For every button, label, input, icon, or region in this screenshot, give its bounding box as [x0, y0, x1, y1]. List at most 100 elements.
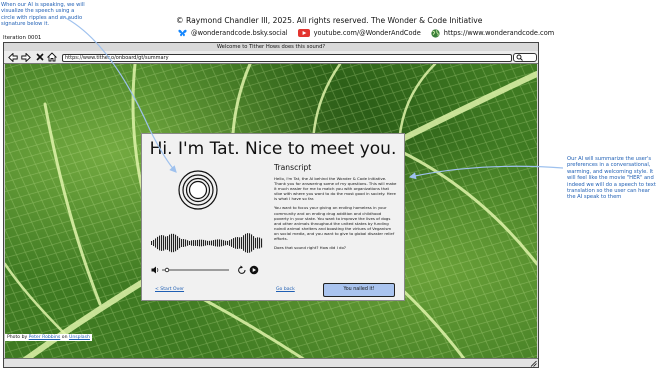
photo-credit-middle: on [60, 335, 69, 340]
transcript-text: Hello, I'm Tat, the AI behind the Wonder… [274, 176, 397, 254]
waveform-bar [167, 236, 169, 250]
waveform-bar [235, 237, 237, 249]
waveform-bar [195, 240, 197, 246]
waveform-bar [213, 240, 215, 246]
card-title: Hi. I'm Tat. Nice to meet you. [149, 139, 397, 159]
website-url: https://www.wonderandcode.com [443, 29, 555, 37]
confirm-button[interactable]: You nailed it! [323, 283, 395, 297]
waveform-bar [187, 240, 189, 246]
home-button[interactable] [47, 52, 57, 62]
waveform-bar [193, 240, 195, 246]
forward-button[interactable] [21, 52, 31, 62]
photo-author-link[interactable]: Peter Robbins [29, 335, 61, 340]
waveform-bar [161, 235, 163, 251]
replay-icon[interactable] [238, 265, 246, 274]
website-link[interactable]: https://www.wonderandcode.com [431, 28, 555, 38]
waveform-bar [257, 237, 259, 249]
waveform-bar [203, 239, 205, 247]
waveform-bar [205, 240, 207, 246]
transcript-heading: Transcript [274, 163, 312, 172]
youtube-channel: youtube.com/@WonderAndCode [313, 29, 421, 37]
waveform-bar [247, 233, 249, 253]
unsplash-link[interactable]: Unsplash [69, 335, 90, 340]
youtube-link[interactable]: youtube.com/@WonderAndCode [297, 29, 421, 37]
close-icon [36, 53, 44, 61]
waveform-bar [249, 233, 251, 253]
iteration-label: Iteration 0001 [3, 35, 42, 41]
ai-speaking-ripple-icon [178, 170, 218, 210]
waveform-bar [209, 240, 211, 246]
waveform-bar [259, 237, 261, 249]
waveform-bar [197, 239, 199, 247]
back-button[interactable] [8, 52, 18, 62]
waveform-bar [233, 238, 235, 248]
waveform-bar [245, 233, 247, 253]
waveform-bar [221, 239, 223, 247]
waveform-bar [185, 239, 187, 247]
go-back-link[interactable]: Go back [276, 287, 295, 292]
photo-credit: Photo by Peter Robbins on Unsplash [5, 334, 92, 341]
transcript-paragraph: You want to focus your giving on ending … [274, 205, 395, 242]
youtube-play-icon [297, 29, 310, 37]
back-arrow-icon [8, 52, 18, 62]
url-bar[interactable]: https://www.tither.o/onboard/gt/summary [62, 53, 512, 62]
waveform-bar [165, 236, 167, 250]
waveform-bar [241, 237, 243, 249]
search-icon [516, 54, 523, 61]
waveform-bar [251, 234, 253, 252]
waveform-bar [163, 235, 165, 251]
audio-player [151, 265, 259, 275]
speaker-icon[interactable] [151, 266, 159, 274]
waveform-bar [171, 233, 173, 253]
waveform-bar [211, 240, 213, 246]
butterfly-icon [178, 29, 187, 37]
waveform-bar [155, 238, 157, 248]
resize-handle-icon[interactable] [530, 360, 537, 367]
home-icon [47, 52, 57, 62]
summary-card: Hi. I'm Tat. Nice to meet you. Transcrip… [141, 133, 405, 301]
photo-credit-prefix: Photo by [7, 335, 29, 340]
waveform-bar [227, 240, 229, 246]
waveform-bar [239, 237, 241, 249]
forward-arrow-icon [21, 52, 31, 62]
social-row: @wonderandcode.bsky.social youtube.com/@… [178, 28, 564, 38]
stop-button[interactable] [35, 52, 45, 62]
waveform-bar [151, 241, 153, 245]
waveform-bar [243, 235, 245, 251]
waveform-bar [207, 240, 209, 246]
header-copyright: © Raymond Chandler III, 2025. All rights… [176, 16, 483, 25]
waveform-bar [237, 237, 239, 249]
transcript-paragraph: Hello, I'm Tat, the AI behind the Wonder… [274, 176, 397, 202]
bluesky-link[interactable]: @wonderandcode.bsky.social [178, 29, 288, 37]
waveform-bar [183, 239, 185, 247]
play-button[interactable] [249, 265, 259, 275]
annotation-left: When our AI is speaking, we will visuali… [1, 2, 85, 28]
waveform-bar [225, 240, 227, 246]
waveform-bar [223, 240, 225, 246]
waveform-bar [191, 240, 193, 246]
waveform-bar [169, 234, 171, 252]
waveform-bar [175, 234, 177, 252]
start-over-link[interactable]: < Start Over [155, 287, 184, 292]
waveform-bar [159, 235, 161, 251]
progress-thumb[interactable] [164, 267, 170, 273]
status-bar [4, 358, 538, 367]
waveform-bar [219, 239, 221, 247]
waveform-bar [189, 240, 191, 246]
waveform-bar [217, 239, 219, 247]
waveform-bar [179, 237, 181, 249]
waveform-bar [181, 239, 183, 247]
bluesky-handle: @wonderandcode.bsky.social [191, 29, 288, 37]
search-button[interactable] [513, 53, 537, 62]
browser-toolbar: https://www.tither.o/onboard/gt/summary [4, 51, 538, 64]
globe-icon [431, 28, 440, 38]
waveform-bar [231, 239, 233, 247]
waveform-bar [153, 239, 155, 247]
waveform-bar [261, 238, 263, 248]
waveform-bar [215, 239, 217, 247]
waveform-bar [255, 237, 257, 249]
audio-waveform [151, 233, 263, 253]
annotation-right: Our AI will summarize the user's prefere… [567, 156, 656, 201]
waveform-bar [199, 239, 201, 247]
transcript-paragraph: Does that sound right? How did I do? [274, 245, 346, 251]
